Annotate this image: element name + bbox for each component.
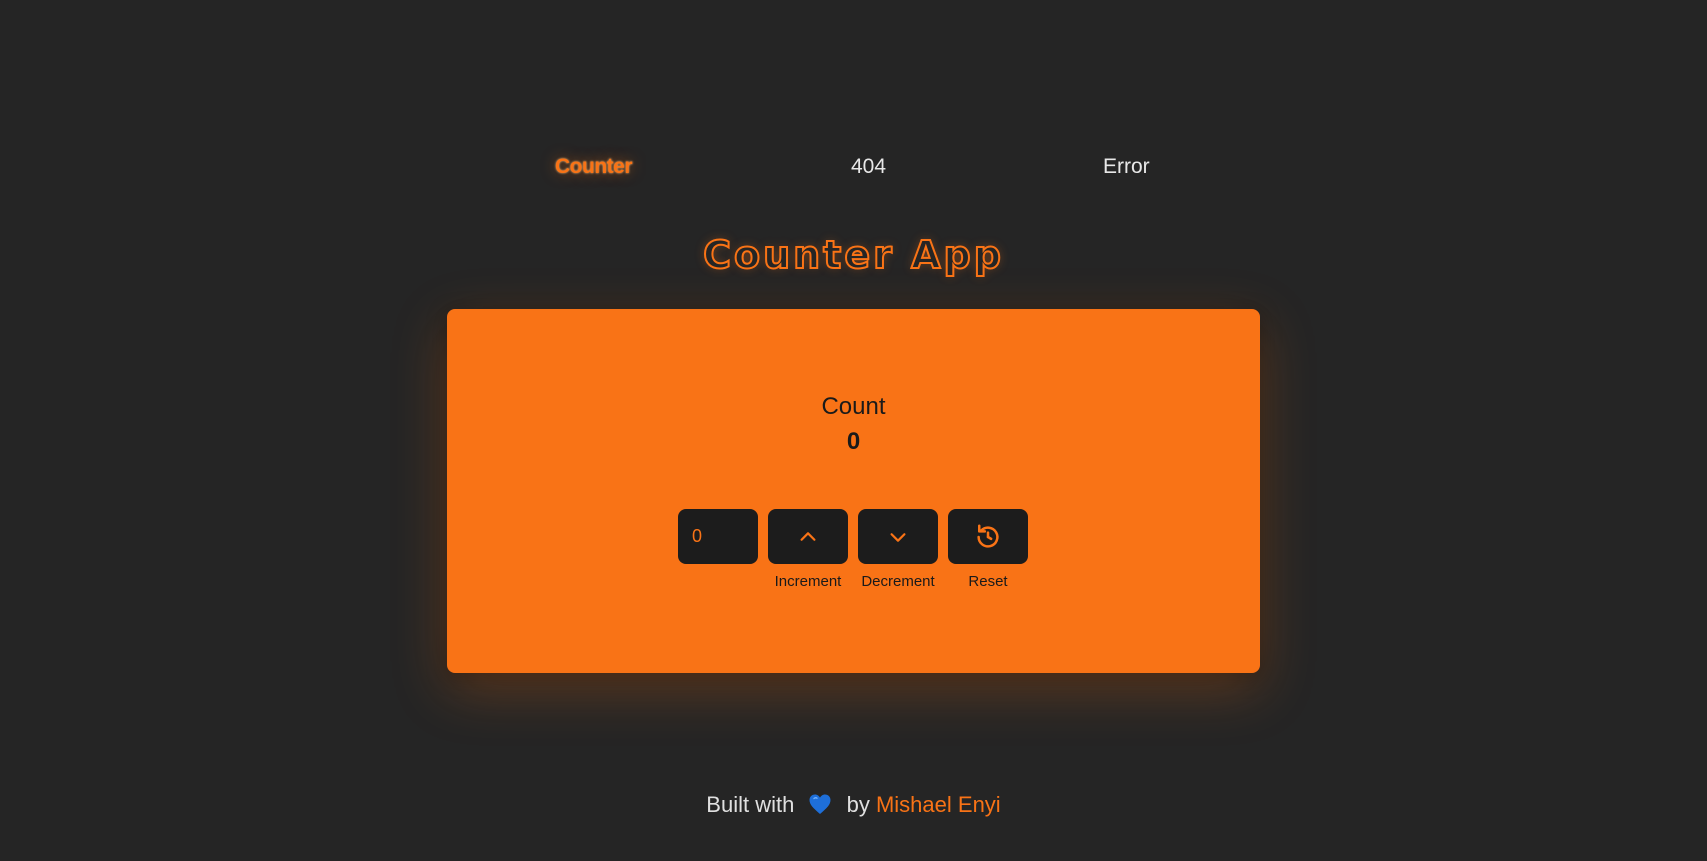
decrement-label: Decrement (861, 573, 935, 590)
nav-link-error[interactable]: Error (1103, 152, 1150, 182)
decrement-button[interactable] (858, 509, 938, 564)
counter-card: Count 0 Inc (447, 309, 1260, 673)
footer-prefix: Built with (706, 792, 795, 817)
counter-controls: Increment Decrement Reset (678, 509, 1038, 599)
rotate-ccw-icon (977, 524, 999, 548)
count-label: Count (821, 393, 886, 420)
page-title: Counter App (702, 232, 1004, 278)
nav-link-404[interactable]: 404 (851, 152, 886, 182)
count-input[interactable] (678, 509, 758, 564)
increment-label: Increment (774, 573, 842, 590)
page: Counter 404 Error Counter App Count 0 0 … (0, 0, 1707, 861)
count-value: 0 (846, 428, 861, 455)
chevron-up-icon (800, 531, 816, 541)
top-nav: Counter 404 Error (0, 152, 1707, 182)
author-link[interactable]: Mishael Enyi (876, 792, 1001, 817)
nav-link-counter[interactable]: Counter (555, 152, 633, 182)
footer: Built with by Mishael Enyi (0, 790, 1707, 820)
blue-heart-icon (809, 794, 831, 814)
reset-button[interactable] (948, 509, 1028, 564)
footer-middle: by (846, 792, 870, 817)
increment-button[interactable] (768, 509, 848, 564)
reset-label: Reset (968, 573, 1008, 590)
chevron-down-icon (890, 532, 906, 542)
